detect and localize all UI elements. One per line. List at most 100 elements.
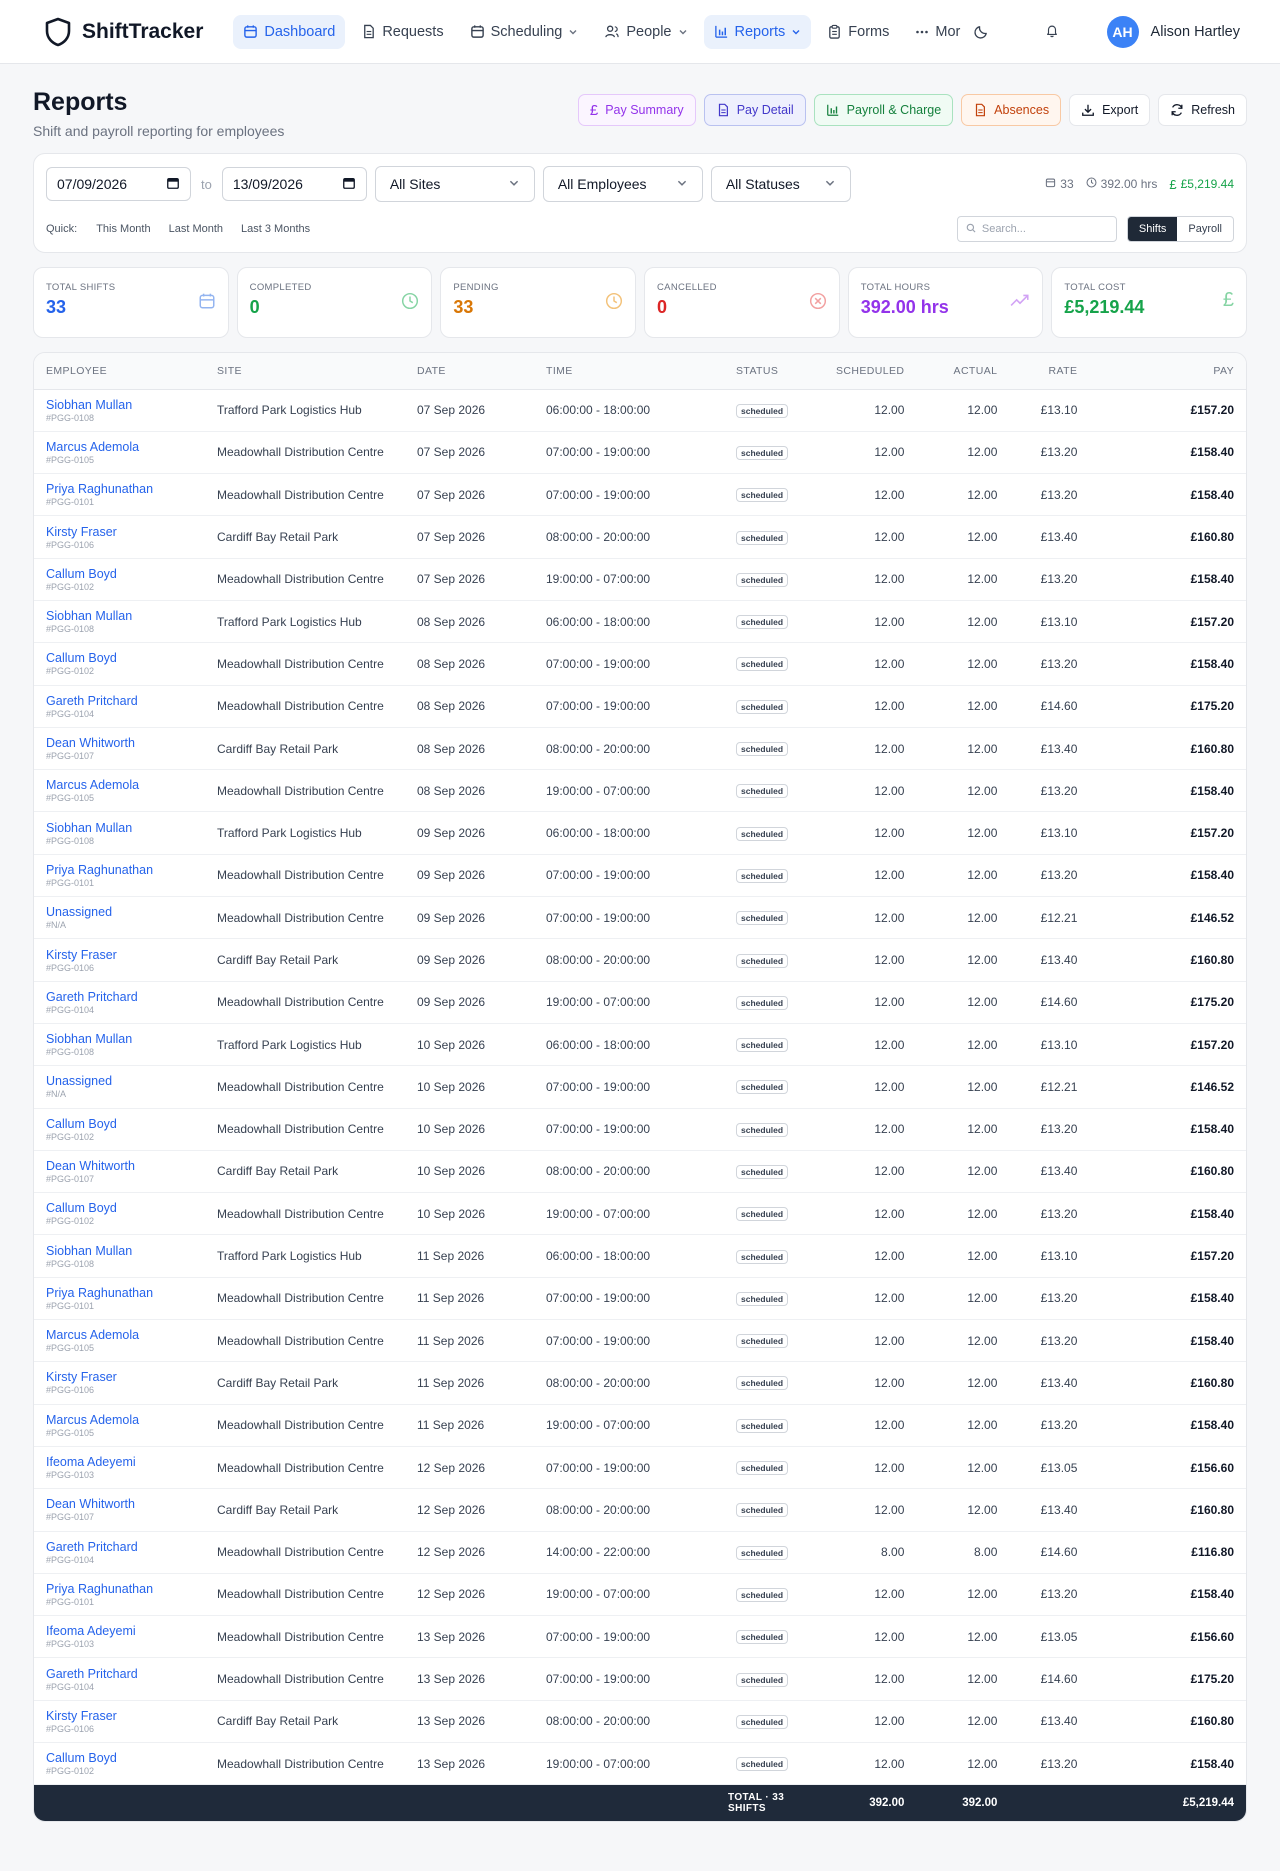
nav-reports[interactable]: Reports: [703, 14, 812, 49]
moon-icon[interactable]: [974, 24, 989, 39]
date-to-input[interactable]: 13/09/2026: [221, 167, 367, 201]
calendar-icon[interactable]: [166, 176, 180, 193]
table-row[interactable]: Marcus Ademola #PGG-0105 Meadowhall Distri…: [34, 769, 1246, 813]
search-input[interactable]: Search...: [956, 216, 1117, 242]
table-row[interactable]: Unassigned #N/A Meadowhall Distribution Ce…: [34, 1065, 1246, 1109]
employee-link[interactable]: Siobhan Mullan: [46, 821, 193, 835]
quick-this-month[interactable]: This Month: [87, 220, 159, 238]
col-pay[interactable]: PAY: [1089, 353, 1246, 390]
employee-select[interactable]: All Employees: [542, 166, 703, 202]
table-row[interactable]: Callum Boyd #PGG-0102 Meadowhall Distribut…: [34, 1192, 1246, 1236]
table-row[interactable]: Siobhan Mullan #PGG-0108 Trafford Park Log…: [34, 1234, 1246, 1278]
table-row[interactable]: Siobhan Mullan #PGG-0108 Trafford Park Log…: [34, 600, 1246, 644]
employee-link[interactable]: Priya Raghunathan: [46, 1286, 193, 1300]
employee-link[interactable]: Siobhan Mullan: [46, 1032, 193, 1046]
employee-link[interactable]: Gareth Pritchard: [46, 694, 193, 708]
nav-people[interactable]: People: [594, 15, 697, 49]
table-row[interactable]: Priya Raghunathan #PGG-0101 Meadowhall Dis…: [34, 473, 1246, 517]
employee-link[interactable]: Dean Whitworth: [46, 736, 193, 750]
table-row[interactable]: Kirsty Fraser #PGG-0106 Cardiff Bay Retail…: [34, 1700, 1246, 1744]
table-row[interactable]: Siobhan Mullan #PGG-0108 Trafford Park Log…: [34, 811, 1246, 855]
col-status[interactable]: STATUS: [724, 353, 824, 390]
employee-link[interactable]: Priya Raghunathan: [46, 1582, 193, 1596]
employee-link[interactable]: Siobhan Mullan: [46, 609, 193, 623]
quick-last-3-months[interactable]: Last 3 Months: [232, 220, 319, 238]
employee-link[interactable]: Marcus Ademola: [46, 1328, 193, 1342]
col-time[interactable]: TIME: [534, 353, 724, 390]
pay-detail-button[interactable]: Pay Detail: [703, 94, 806, 126]
col-rate[interactable]: RATE: [1009, 353, 1090, 390]
absences-button[interactable]: Absences: [961, 94, 1062, 126]
employee-link[interactable]: Gareth Pritchard: [46, 1667, 193, 1681]
employee-link[interactable]: Dean Whitworth: [46, 1159, 193, 1173]
table-row[interactable]: Priya Raghunathan #PGG-0101 Meadowhall Dis…: [34, 854, 1246, 898]
table-row[interactable]: Siobhan Mullan #PGG-0108 Trafford Park Log…: [34, 389, 1246, 432]
refresh-button[interactable]: Refresh: [1158, 94, 1247, 126]
table-row[interactable]: Callum Boyd #PGG-0102 Meadowhall Distribut…: [34, 1742, 1246, 1786]
table-row[interactable]: Kirsty Fraser #PGG-0106 Cardiff Bay Retail…: [34, 515, 1246, 559]
col-employee[interactable]: EMPLOYEE: [34, 353, 205, 390]
employee-link[interactable]: Kirsty Fraser: [46, 1709, 193, 1723]
table-row[interactable]: Priya Raghunathan #PGG-0101 Meadowhall Dis…: [34, 1277, 1246, 1321]
export-button[interactable]: Export: [1069, 94, 1151, 126]
nav-scheduling[interactable]: Scheduling: [460, 15, 589, 49]
avatar[interactable]: AH: [1106, 15, 1139, 48]
employee-link[interactable]: Callum Boyd: [46, 1201, 193, 1215]
table-row[interactable]: Marcus Ademola #PGG-0105 Meadowhall Distri…: [34, 1404, 1246, 1447]
table-row[interactable]: Marcus Ademola #PGG-0105 Meadowhall Distri…: [34, 431, 1246, 475]
site-select[interactable]: All Sites: [374, 166, 535, 202]
table-row[interactable]: Gareth Pritchard #PGG-0104 Meadowhall Dist…: [34, 981, 1246, 1024]
employee-link[interactable]: Priya Raghunathan: [46, 482, 193, 496]
table-row[interactable]: Callum Boyd #PGG-0102 Meadowhall Distribut…: [34, 558, 1246, 601]
table-row[interactable]: Dean Whitworth #PGG-0107 Cardiff Bay Retai…: [34, 727, 1246, 771]
employee-link[interactable]: Callum Boyd: [46, 1751, 193, 1765]
table-row[interactable]: Priya Raghunathan #PGG-0101 Meadowhall Dis…: [34, 1573, 1246, 1617]
employee-link[interactable]: Kirsty Fraser: [46, 525, 193, 539]
employee-link[interactable]: Marcus Ademola: [46, 1413, 193, 1427]
bell-icon[interactable]: [1045, 23, 1059, 41]
table-row[interactable]: Kirsty Fraser #PGG-0106 Cardiff Bay Retail…: [34, 938, 1246, 982]
table-row[interactable]: Ifeoma Adeyemi #PGG-0103 Meadowhall Distri…: [34, 1615, 1246, 1659]
nav-requests[interactable]: Requests: [351, 15, 453, 49]
col-scheduled[interactable]: SCHEDULED: [824, 353, 917, 390]
employee-link[interactable]: Callum Boyd: [46, 1117, 193, 1131]
employee-link[interactable]: Priya Raghunathan: [46, 863, 193, 877]
employee-link[interactable]: Dean Whitworth: [46, 1497, 193, 1511]
table-row[interactable]: Gareth Pritchard #PGG-0104 Meadowhall Dist…: [34, 1657, 1246, 1701]
table-row[interactable]: Siobhan Mullan #PGG-0108 Trafford Park Log…: [34, 1023, 1246, 1067]
employee-link[interactable]: Kirsty Fraser: [46, 948, 193, 962]
user-name[interactable]: Alison Hartley: [1151, 24, 1240, 40]
table-row[interactable]: Callum Boyd #PGG-0102 Meadowhall Distribut…: [34, 1108, 1246, 1151]
col-site[interactable]: SITE: [205, 353, 405, 390]
table-row[interactable]: Kirsty Fraser #PGG-0106 Cardiff Bay Retail…: [34, 1361, 1246, 1405]
employee-link[interactable]: Ifeoma Adeyemi: [46, 1624, 193, 1638]
status-select[interactable]: All Statuses: [710, 166, 851, 202]
brand[interactable]: ShiftTracker: [44, 17, 203, 47]
employee-link[interactable]: Siobhan Mullan: [46, 398, 193, 412]
table-row[interactable]: Gareth Pritchard #PGG-0104 Meadowhall Dist…: [34, 685, 1246, 728]
pay-summary-button[interactable]: £ Pay Summary: [577, 94, 696, 126]
calendar-icon[interactable]: [342, 176, 356, 193]
date-from-input[interactable]: 07/09/2026: [46, 167, 191, 201]
col-actual[interactable]: ACTUAL: [916, 353, 1010, 390]
nav-more[interactable]: Mor: [905, 15, 999, 49]
table-row[interactable]: Dean Whitworth #PGG-0107 Cardiff Bay Retai…: [34, 1488, 1246, 1532]
employee-link[interactable]: Marcus Ademola: [46, 778, 193, 792]
table-row[interactable]: Marcus Ademola #PGG-0105 Meadowhall Distri…: [34, 1319, 1246, 1363]
nav-dashboard[interactable]: Dashboard: [233, 14, 346, 49]
employee-link[interactable]: Unassigned: [46, 905, 193, 919]
employee-link[interactable]: Unassigned: [46, 1074, 193, 1088]
employee-link[interactable]: Kirsty Fraser: [46, 1370, 193, 1384]
employee-link[interactable]: Callum Boyd: [46, 651, 193, 665]
employee-link[interactable]: Gareth Pritchard: [46, 990, 193, 1004]
table-row[interactable]: Dean Whitworth #PGG-0107 Cardiff Bay Retai…: [34, 1150, 1246, 1194]
table-row[interactable]: Unassigned #N/A Meadowhall Distribution Ce…: [34, 896, 1246, 940]
employee-link[interactable]: Callum Boyd: [46, 567, 193, 581]
quick-last-month[interactable]: Last Month: [160, 220, 232, 238]
table-row[interactable]: Gareth Pritchard #PGG-0104 Meadowhall Dist…: [34, 1531, 1246, 1574]
col-date[interactable]: DATE: [405, 353, 534, 390]
employee-link[interactable]: Ifeoma Adeyemi: [46, 1455, 193, 1469]
view-payroll-button[interactable]: Payroll: [1177, 217, 1233, 241]
view-shifts-button[interactable]: Shifts: [1127, 217, 1178, 241]
nav-forms[interactable]: Forms: [817, 15, 899, 49]
